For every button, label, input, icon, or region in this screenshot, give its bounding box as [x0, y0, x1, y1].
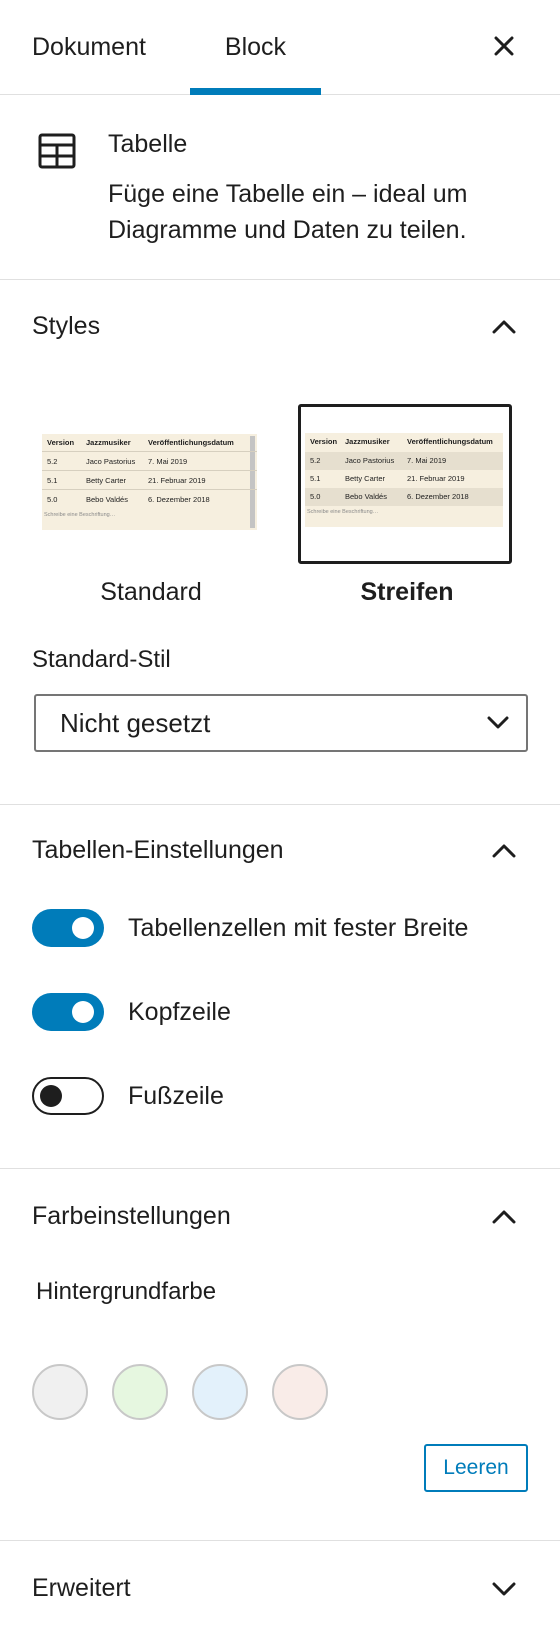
tab-block[interactable]: Block	[190, 0, 321, 95]
preview-row: 5.2 Jaco Pastorius 7. Mai 2019	[42, 453, 257, 471]
color-swatch[interactable]	[272, 1364, 328, 1420]
preview-cell: Bebo Valdés	[345, 492, 387, 501]
preview-cell: Veröffentlichungsdatum	[148, 438, 234, 447]
preview-cell: Bebo Valdés	[86, 495, 128, 504]
background-color-label: Hintergrundfarbe	[36, 1278, 217, 1305]
preview-cell: Version	[47, 438, 75, 447]
tab-document[interactable]: Dokument	[32, 0, 146, 95]
preview-table: Version Jazzmusiker Veröffentlichungsdat…	[305, 433, 503, 527]
preview-cell: 6. Dezember 2018	[148, 495, 210, 504]
preview-cell: Betty Carter	[345, 474, 386, 483]
chevron-down-icon	[487, 716, 509, 729]
preview-cell: Veröffentlichungsdatum	[407, 437, 493, 446]
header-row-label: Kopfzeile	[128, 998, 231, 1026]
preview-row: 5.2 Jaco Pastorius 7. Mai 2019	[305, 452, 503, 470]
preview-cell: 5.2	[310, 456, 321, 465]
clear-color-button[interactable]: Leeren	[424, 1444, 528, 1492]
toggle-knob	[72, 917, 94, 939]
default-style-label: Standard-Stil	[32, 646, 171, 673]
preview-cell: Betty Carter	[86, 476, 127, 485]
active-tab-indicator	[190, 88, 321, 95]
default-style-value: Nicht gesetzt	[60, 708, 211, 738]
preview-row: 5.0 Bebo Valdés 6. Dezember 2018	[42, 491, 257, 509]
panel-divider	[0, 1168, 560, 1169]
style-option-standard[interactable]: Version Jazzmusiker Veröffentlichungsdat…	[40, 406, 257, 566]
panel-divider	[0, 804, 560, 805]
preview-cell: 21. Februar 2019	[407, 474, 465, 483]
color-swatch[interactable]	[32, 1364, 88, 1420]
color-swatch[interactable]	[112, 1364, 168, 1420]
style-option-label[interactable]: Standard	[44, 578, 258, 607]
preview-cell: 21. Februar 2019	[148, 476, 206, 485]
preview-cell: 7. Mai 2019	[407, 456, 447, 465]
preview-cell: 5.1	[310, 474, 321, 483]
toggle-knob	[40, 1085, 62, 1107]
block-card: Tabelle Füge eine Tabelle ein – ideal um…	[0, 96, 560, 280]
preview-cell: Jazzmusiker	[86, 438, 131, 447]
preview-cell: 6. Dezember 2018	[407, 492, 469, 501]
close-icon[interactable]	[488, 30, 520, 62]
sidebar-tabs: Dokument Block	[0, 0, 560, 95]
fixed-width-label: Tabellenzellen mit fester Breite	[128, 914, 469, 942]
fixed-width-toggle[interactable]	[32, 909, 104, 947]
block-description: Füge eine Tabelle ein – ideal um Diagram…	[108, 180, 468, 244]
chevron-down-icon[interactable]	[488, 1573, 520, 1605]
preview-row: 5.0 Bebo Valdés 6. Dezember 2018	[305, 488, 503, 506]
table-settings-title[interactable]: Tabellen-Einstellungen	[32, 836, 284, 865]
preview-cell: 5.1	[47, 476, 58, 485]
header-row-toggle[interactable]	[32, 993, 104, 1031]
preview-cell: Version	[310, 437, 338, 446]
color-settings-title[interactable]: Farbeinstellungen	[32, 1202, 231, 1231]
table-icon	[38, 133, 76, 169]
preview-header-row: Version Jazzmusiker Veröffentlichungsdat…	[42, 434, 257, 452]
advanced-panel-title[interactable]: Erweitert	[32, 1574, 131, 1603]
footer-row-label: Fußzeile	[128, 1082, 224, 1110]
chevron-up-icon[interactable]	[488, 311, 520, 343]
toggle-knob	[72, 1001, 94, 1023]
preview-cell: Jaco Pastorius	[345, 456, 395, 465]
style-option-stripes[interactable]: Version Jazzmusiker Veröffentlichungsdat…	[298, 404, 512, 564]
chevron-up-icon[interactable]	[488, 1201, 520, 1233]
preview-row: 5.1 Betty Carter 21. Februar 2019	[305, 470, 503, 488]
preview-cell: 7. Mai 2019	[148, 457, 188, 466]
preview-cell: 5.2	[47, 457, 58, 466]
preview-table: Version Jazzmusiker Veröffentlichungsdat…	[42, 434, 257, 530]
block-title: Tabelle	[108, 130, 188, 158]
preview-caption: Schreibe eine Beschriftung…	[307, 509, 379, 515]
preview-cell: 5.0	[310, 492, 321, 501]
preview-cell: Jazzmusiker	[345, 437, 390, 446]
style-option-label[interactable]: Streifen	[300, 578, 514, 607]
preview-row: 5.1 Betty Carter 21. Februar 2019	[42, 472, 257, 490]
color-swatch[interactable]	[192, 1364, 248, 1420]
footer-row-toggle[interactable]	[32, 1077, 104, 1115]
default-style-select[interactable]: Nicht gesetzt	[34, 694, 528, 752]
panel-divider	[0, 1540, 560, 1541]
preview-cell: 5.0	[47, 495, 58, 504]
styles-panel-title[interactable]: Styles	[32, 312, 100, 341]
preview-cell: Jaco Pastorius	[86, 457, 136, 466]
preview-caption: Schreibe eine Beschriftung…	[44, 512, 116, 518]
chevron-up-icon[interactable]	[488, 835, 520, 867]
preview-header-row: Version Jazzmusiker Veröffentlichungsdat…	[305, 433, 503, 451]
